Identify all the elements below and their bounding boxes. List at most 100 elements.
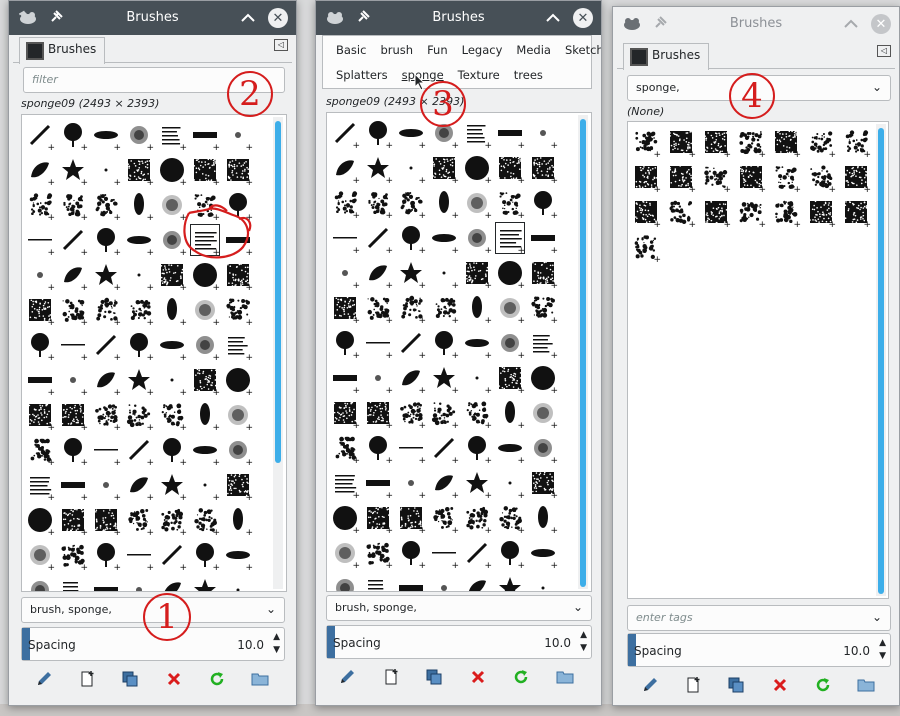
brush-cell[interactable]: + [25, 189, 55, 223]
brush-cell[interactable]: + [91, 469, 121, 503]
brush-cell[interactable]: + [330, 362, 360, 396]
brush-cell[interactable]: + [58, 539, 88, 573]
brush-cell[interactable]: + [528, 222, 558, 256]
brush-grid[interactable]: + + + + + + + + + + + + + + + + + + + + + + + + + + + + + + + + + + + + + + + +… [21, 114, 287, 592]
brush-cell[interactable]: + [528, 537, 558, 571]
tab-brushes[interactable]: Brushes [623, 43, 710, 70]
delete-icon[interactable] [163, 668, 185, 690]
brush-cell[interactable]: + [429, 397, 459, 431]
brush-cell[interactable]: + [124, 469, 154, 503]
brush-cell[interactable]: + [223, 329, 253, 363]
brush-cell[interactable]: + [25, 294, 55, 328]
tag-menu-item[interactable]: Basic [329, 40, 373, 60]
brush-cell[interactable]: + [429, 502, 459, 536]
brush-cell[interactable]: + [124, 189, 154, 223]
brush-cell[interactable]: + [190, 574, 220, 591]
brush-cell[interactable]: + [363, 117, 393, 151]
titlebar[interactable]: Brushes ✕ [613, 7, 899, 41]
brush-cell[interactable]: + [495, 362, 525, 396]
scrollbar-thumb[interactable] [878, 128, 884, 594]
brush-cell[interactable]: + [157, 469, 187, 503]
brush-cell[interactable]: + [25, 119, 55, 153]
brush-cell[interactable]: + [124, 154, 154, 188]
brush-cell[interactable]: + [190, 364, 220, 398]
brush-cell[interactable]: + [363, 537, 393, 571]
brush-cell[interactable]: + [363, 467, 393, 501]
brush-cell[interactable]: + [771, 196, 801, 230]
close-icon[interactable]: ✕ [268, 8, 288, 28]
brush-cell[interactable]: + [429, 187, 459, 221]
brush-cell[interactable]: + [190, 329, 220, 363]
brush-cell[interactable]: + [91, 259, 121, 293]
delete-icon[interactable] [467, 666, 489, 688]
brush-cell[interactable]: + [58, 504, 88, 538]
brush-cell[interactable]: + [190, 434, 220, 468]
tag-menu-item[interactable]: trees [507, 65, 550, 85]
brush-cell[interactable]: + [528, 257, 558, 291]
brush-cell[interactable]: + [58, 224, 88, 258]
brush-cell[interactable]: + [495, 292, 525, 326]
tag-menu-item[interactable]: Texture [451, 65, 507, 85]
brush-cell[interactable]: + [124, 574, 154, 591]
new-brush-icon[interactable] [76, 668, 98, 690]
brush-cell[interactable]: + [736, 161, 766, 195]
brush-cell[interactable]: + [190, 504, 220, 538]
brush-cell[interactable]: + [91, 364, 121, 398]
brush-cell[interactable]: + [25, 399, 55, 433]
brush-cell[interactable]: + [396, 537, 426, 571]
brush-cell[interactable]: + [363, 152, 393, 186]
brush-cell[interactable]: + [495, 152, 525, 186]
brush-cell[interactable]: + [190, 469, 220, 503]
brush-cell[interactable]: + [330, 152, 360, 186]
brush-cell[interactable]: + [330, 327, 360, 361]
brush-cell[interactable]: + [91, 154, 121, 188]
refresh-icon[interactable] [206, 668, 228, 690]
brush-grid[interactable]: + + + + + + + + + + + + + + + + + + + + + + [627, 121, 889, 599]
brush-cell[interactable]: + [396, 117, 426, 151]
brush-cell[interactable]: + [58, 574, 88, 591]
brush-cell[interactable]: + [58, 329, 88, 363]
brush-cell[interactable]: + [429, 257, 459, 291]
brush-cell[interactable]: + [771, 161, 801, 195]
brush-cell[interactable]: + [58, 434, 88, 468]
brush-cell[interactable]: + [25, 469, 55, 503]
brush-cell[interactable]: + [124, 224, 154, 258]
brush-cell[interactable]: + [58, 154, 88, 188]
brush-cell[interactable]: + [631, 161, 661, 195]
brush-cell[interactable]: + [841, 196, 871, 230]
brush-cell[interactable]: + [528, 117, 558, 151]
brush-cell[interactable]: + [91, 119, 121, 153]
brush-cell[interactable]: + [124, 259, 154, 293]
brush-cell[interactable]: + [91, 294, 121, 328]
brush-cell[interactable]: + [124, 504, 154, 538]
delete-icon[interactable] [769, 674, 791, 696]
brush-cell[interactable]: + [396, 397, 426, 431]
brush-cell[interactable]: + [363, 257, 393, 291]
brush-cell[interactable]: + [58, 364, 88, 398]
brush-cell[interactable]: + [429, 537, 459, 571]
brush-cell[interactable]: + [58, 119, 88, 153]
brush-cell[interactable]: + [223, 469, 253, 503]
brush-cell[interactable]: + [429, 572, 459, 591]
tab-menu-icon[interactable]: ◁ [274, 39, 288, 51]
spacing-spinbox[interactable]: Spacing 10.0 ▲ ▼ [627, 633, 891, 667]
brush-cell[interactable]: + [736, 196, 766, 230]
tab-menu-icon[interactable]: ◁ [877, 45, 891, 57]
brush-cell[interactable]: + [495, 432, 525, 466]
brush-cell[interactable]: + [223, 399, 253, 433]
brush-cell[interactable]: + [528, 467, 558, 501]
tag-menu-item[interactable]: Splatters [329, 65, 395, 85]
brush-cell[interactable]: + [157, 154, 187, 188]
brush-cell[interactable]: + [25, 539, 55, 573]
brush-cell[interactable]: + [841, 126, 871, 160]
brush-cell[interactable]: + [528, 292, 558, 326]
brush-cell[interactable]: + [363, 187, 393, 221]
brush-cell[interactable]: + [223, 504, 253, 538]
brush-cell[interactable]: + [429, 432, 459, 466]
brush-cell[interactable]: + [190, 399, 220, 433]
brush-cell[interactable]: + [157, 504, 187, 538]
brush-cell[interactable]: + [396, 432, 426, 466]
brush-cell[interactable]: + [396, 467, 426, 501]
brush-cell[interactable]: + [631, 231, 661, 265]
brush-cell[interactable]: + [462, 362, 492, 396]
